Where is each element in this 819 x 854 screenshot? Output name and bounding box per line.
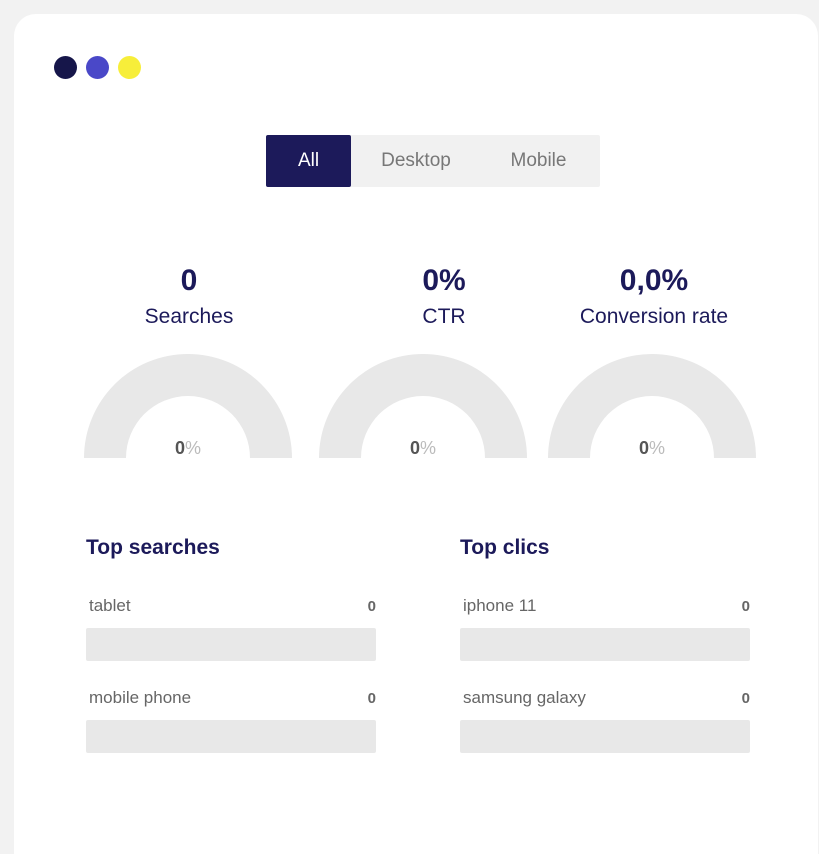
item-count: 0 <box>367 690 376 707</box>
dot-navy <box>54 56 77 79</box>
list-item[interactable]: samsung galaxy 0 <box>460 684 750 776</box>
item-label: tablet <box>89 596 131 615</box>
metric-label: Searches <box>144 305 234 328</box>
tab-desktop[interactable]: Desktop <box>351 135 481 187</box>
metric-ctr: 0% CTR <box>369 264 519 330</box>
top-searches-list: tablet 0 mobile phone 0 <box>86 592 376 776</box>
gauge-searches: 0% <box>84 354 292 458</box>
metric-searches: 0 Searches <box>114 264 264 330</box>
item-label: mobile phone <box>89 688 192 707</box>
dot-indigo <box>86 56 109 79</box>
item-count: 0 <box>741 598 750 615</box>
gauge-ctr: 0% <box>319 354 527 458</box>
metric-label: CTR <box>422 305 466 328</box>
metric-value: 0 <box>180 264 198 297</box>
item-count: 0 <box>367 598 376 615</box>
tab-all[interactable]: All <box>266 135 351 187</box>
list-item[interactable]: iphone 11 0 <box>460 592 750 684</box>
top-clicks-list: iphone 11 0 samsung galaxy 0 <box>460 592 750 776</box>
list-item[interactable]: mobile phone 0 <box>86 684 376 776</box>
metric-conversion-rate: 0,0% Conversion rate <box>549 264 759 330</box>
progress-bar <box>460 720 750 753</box>
gauge-conversion-rate: 0% <box>548 354 756 458</box>
top-searches-title: Top searches <box>86 536 220 559</box>
item-label: samsung galaxy <box>463 688 586 707</box>
progress-bar <box>86 720 376 753</box>
item-count: 0 <box>741 690 750 707</box>
dot-yellow <box>118 56 141 79</box>
tab-mobile[interactable]: Mobile <box>481 135 596 187</box>
window-dots <box>54 56 141 79</box>
device-tabs: All Desktop Mobile <box>266 135 600 187</box>
progress-bar <box>460 628 750 661</box>
item-label: iphone 11 <box>463 596 537 615</box>
metric-label: Conversion rate <box>579 305 729 328</box>
dashboard-card: All Desktop Mobile 0 Searches 0% CTR 0,0… <box>14 14 818 854</box>
list-item[interactable]: tablet 0 <box>86 592 376 684</box>
top-clicks-title: Top clics <box>460 536 550 559</box>
gauge-percent: 0% <box>174 438 202 458</box>
metric-value: 0% <box>422 264 466 297</box>
progress-bar <box>86 628 376 661</box>
gauge-percent: 0% <box>409 438 437 458</box>
metric-value: 0,0% <box>619 264 689 297</box>
gauge-percent: 0% <box>638 438 666 458</box>
